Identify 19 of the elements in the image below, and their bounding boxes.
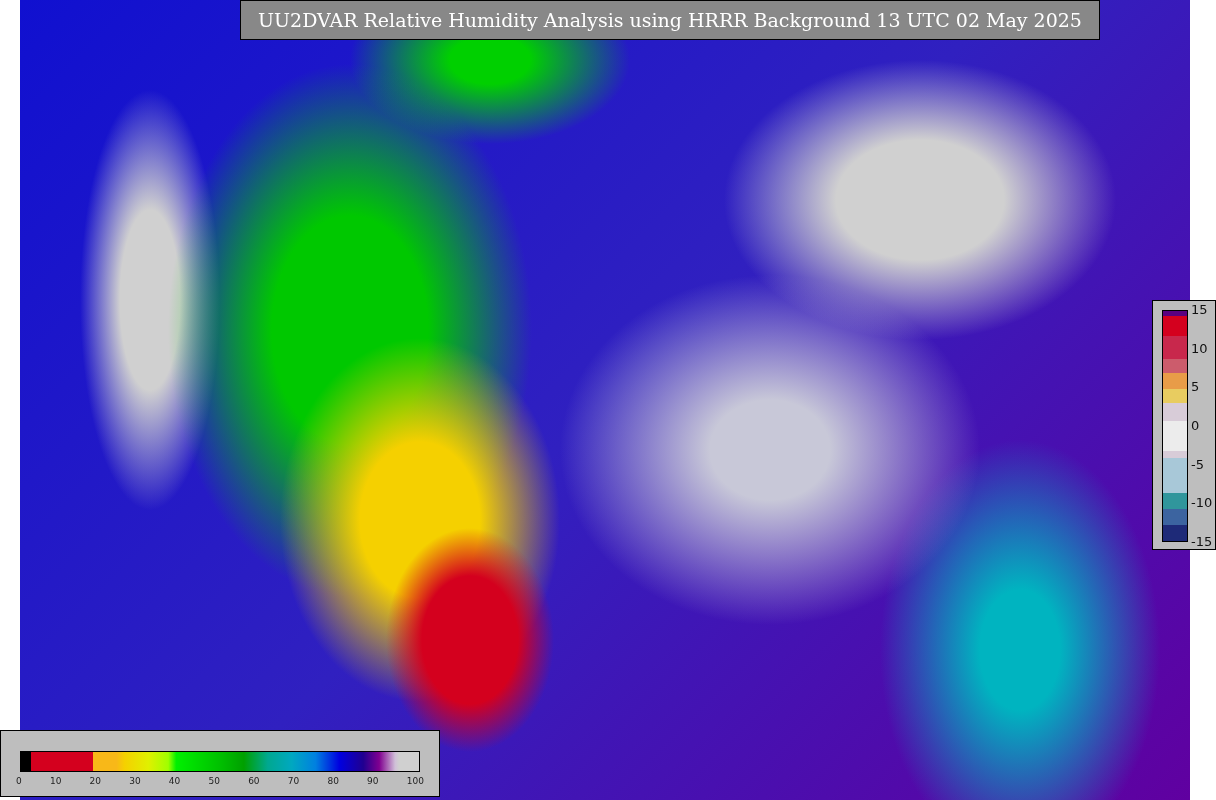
colorbar-tick-label: 100 <box>406 776 424 787</box>
map-title: UU2DVAR Relative Humidity Analysis using HRRR Background 13 UTC 02 May 2025 <box>240 0 1100 40</box>
colorbar-tick-label: 60 <box>248 776 260 787</box>
colorbar-tick-label: 70 <box>287 776 300 787</box>
colorbar-tick-label: 5 <box>1191 380 1201 395</box>
colorbar-tick-label: 10 <box>49 776 62 787</box>
colorbar-tick-label: 30 <box>129 776 141 787</box>
colorbar-tick-label: 0 <box>1191 418 1201 433</box>
colorbar-tick-label: 0 <box>16 776 22 787</box>
colorbar-tick-label: -5 <box>1191 457 1205 472</box>
colorbar-tick-label: -15 <box>1191 534 1213 549</box>
colorbar-tick-label: 20 <box>89 776 101 787</box>
colorbar-tick-label: 15 <box>1191 303 1209 317</box>
colorbar-tick-label: 10 <box>1191 341 1209 356</box>
colorbar-tick-label: -10 <box>1191 496 1213 511</box>
colorbar-tick-label: 90 <box>367 776 379 787</box>
colorbar-tick-label: 80 <box>327 776 339 787</box>
colorbar-tick-label: 40 <box>168 776 181 787</box>
colorbar-tick-label: 50 <box>208 776 220 787</box>
